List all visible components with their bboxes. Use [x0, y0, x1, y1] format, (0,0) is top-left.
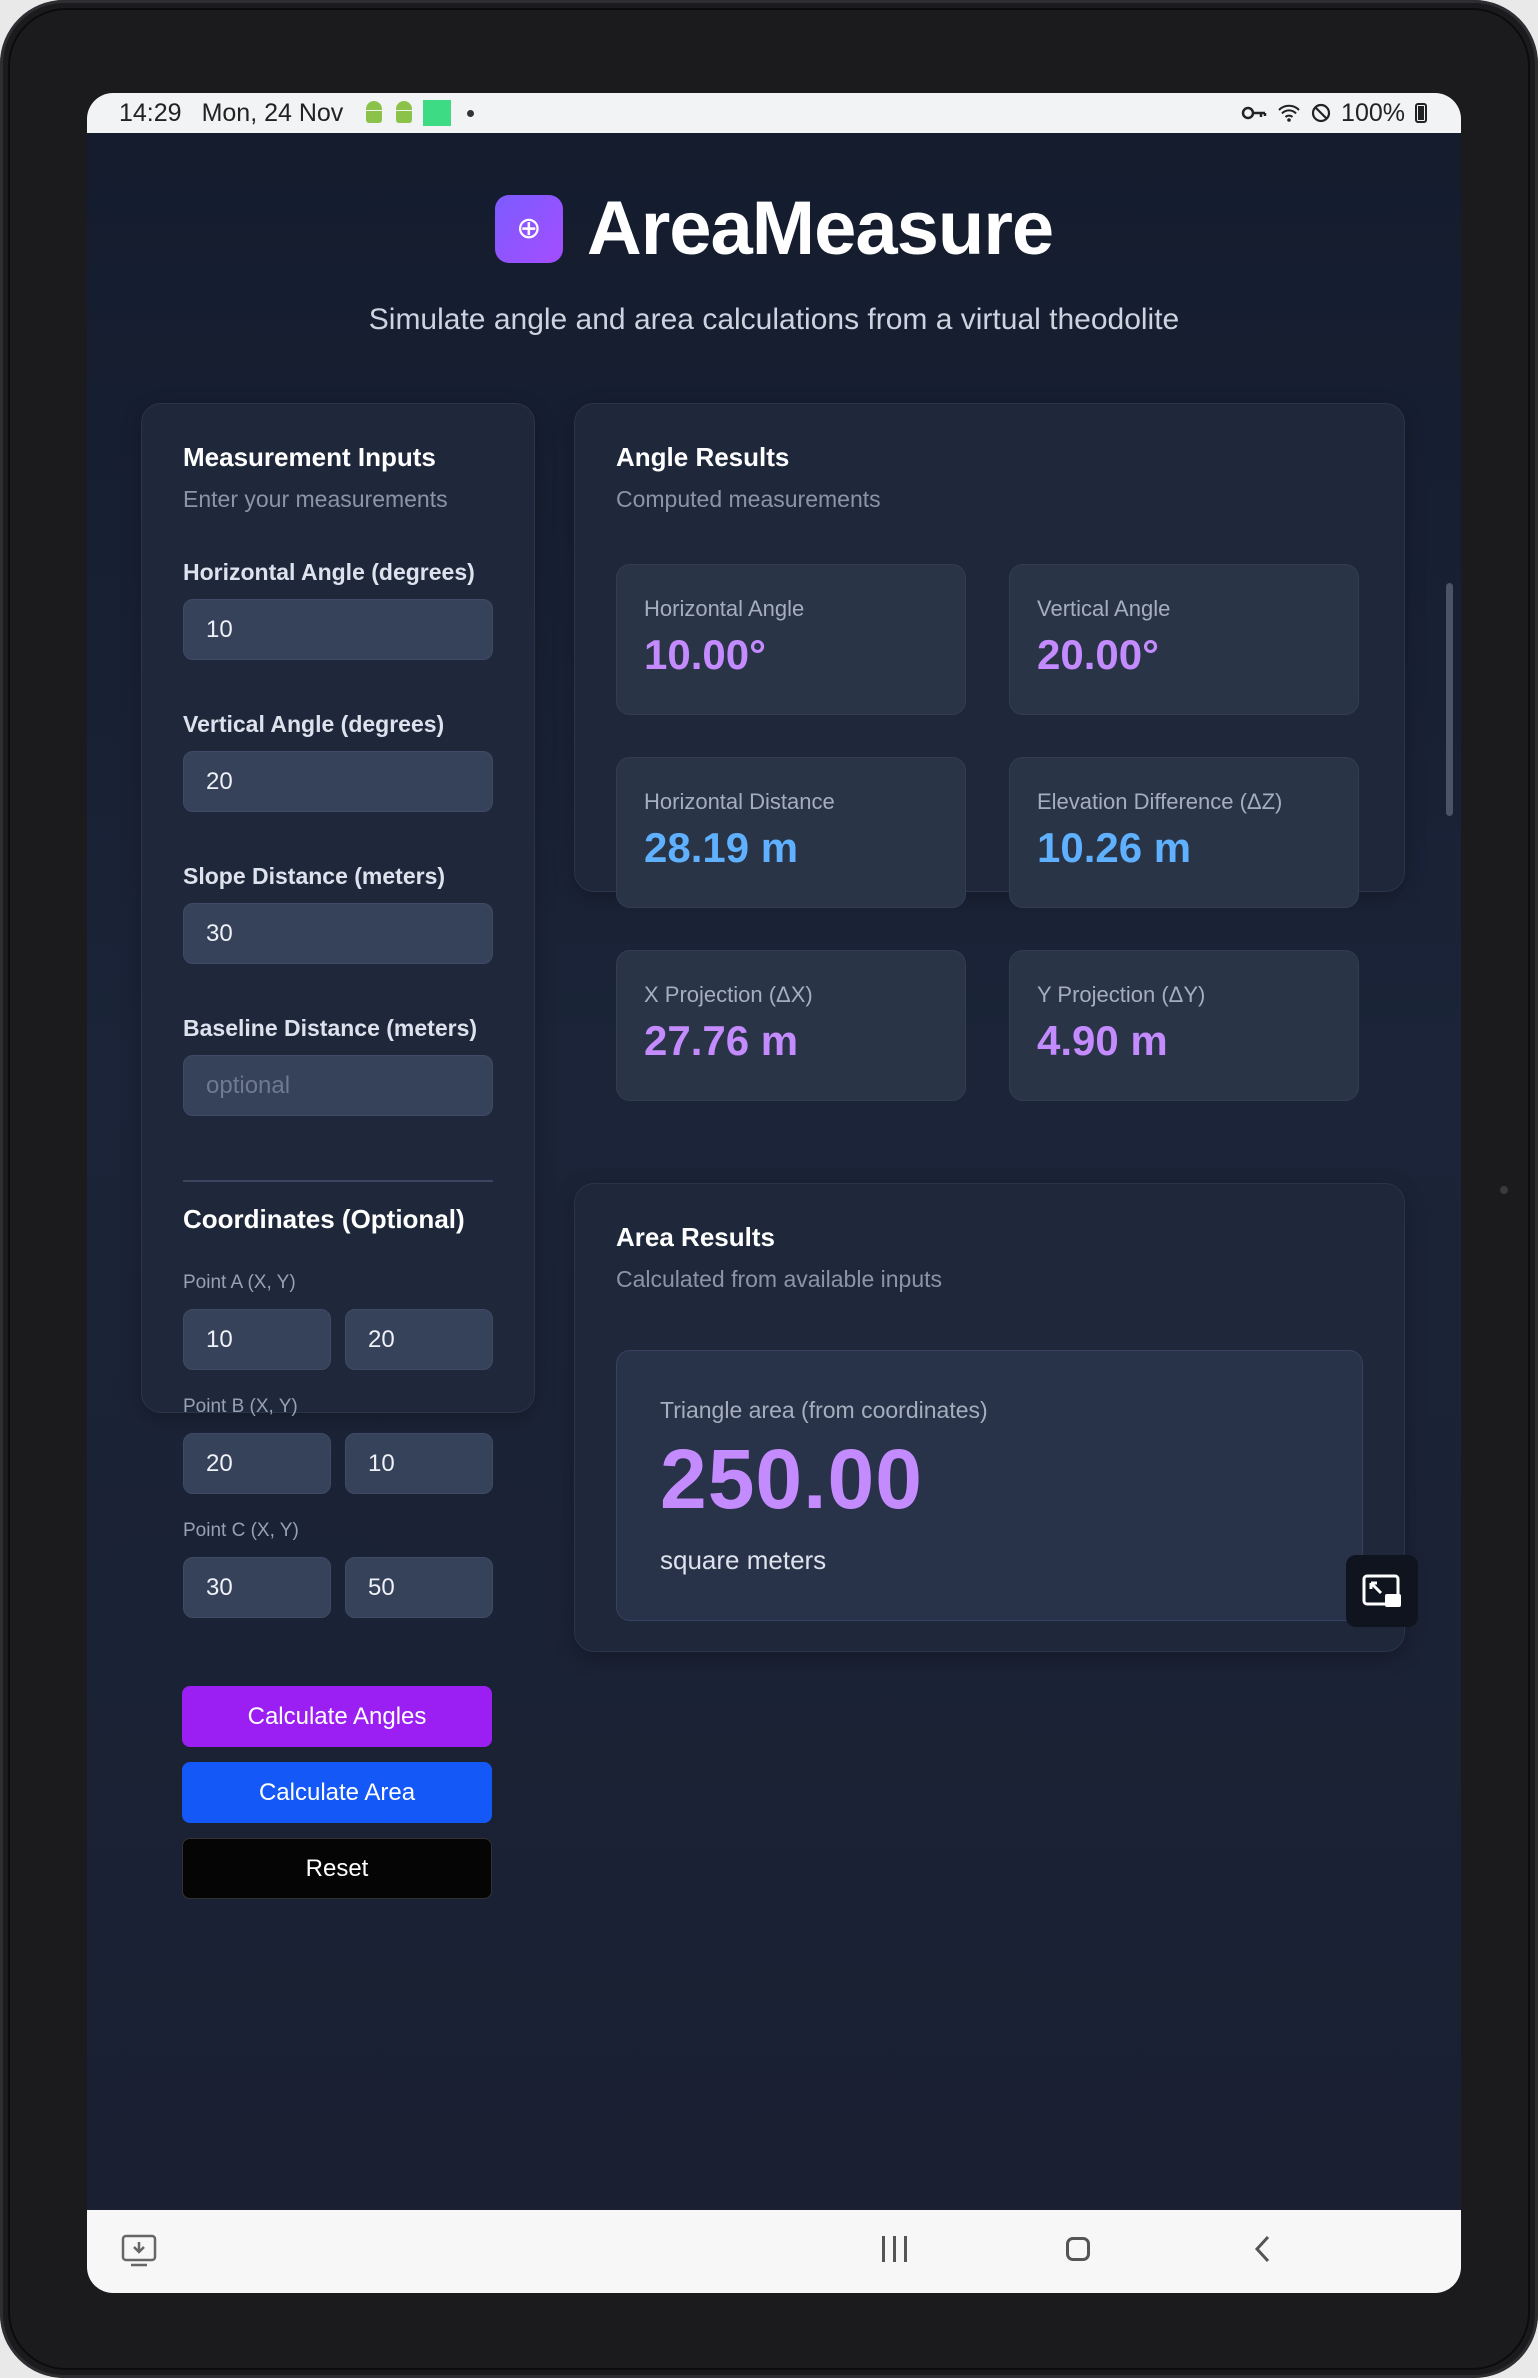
navigation-bar	[87, 2210, 1461, 2293]
card-subtitle: Computed measurements	[616, 486, 881, 512]
point-a-y-input[interactable]	[345, 1309, 493, 1370]
app-title: AreaMeasure	[586, 186, 1054, 271]
screen: 14:29 Mon, 24 Nov 100% ⊕ AreaMeasure Sim…	[87, 93, 1461, 2293]
card-subtitle: Calculated from available inputs	[616, 1266, 943, 1292]
tile-label: Horizontal Distance	[644, 789, 835, 814]
point-a-x-input[interactable]	[183, 1309, 331, 1370]
area-label: Triangle area (from coordinates)	[660, 1397, 988, 1423]
reset-button[interactable]: Reset	[182, 1838, 492, 1899]
angle-results-card: Angle Results Computed measurements Hori…	[574, 403, 1405, 1101]
calculate-area-button[interactable]: Calculate Area	[182, 1762, 492, 1823]
tile-label: Vertical Angle	[1037, 596, 1171, 621]
app-header: ⊕ AreaMeasure	[87, 185, 1461, 272]
result-tile-elevation-difference: Elevation Difference (ΔZ) 10.26 m	[1009, 757, 1359, 908]
battery-icon	[1415, 103, 1427, 123]
slope-distance-label: Slope Distance (meters)	[183, 863, 446, 889]
result-tile-horizontal-distance: Horizontal Distance 28.19 m	[616, 757, 966, 908]
picture-in-picture-button[interactable]	[1346, 1555, 1418, 1627]
vertical-angle-label: Vertical Angle (degrees)	[183, 711, 445, 737]
divider	[183, 1180, 493, 1182]
more-notifications-icon	[467, 109, 475, 117]
battery-percent: 100%	[1341, 98, 1405, 127]
app-notification-icon	[423, 100, 452, 126]
point-b-x-input[interactable]	[183, 1433, 331, 1494]
android-icon	[363, 101, 385, 125]
vpn-key-icon	[1241, 106, 1267, 120]
area-result-box: Triangle area (from coordinates) 250.00 …	[616, 1350, 1363, 1621]
horizontal-angle-label: Horizontal Angle (degrees)	[183, 559, 475, 585]
area-unit: square meters	[660, 1545, 827, 1575]
status-time: 14:29	[119, 98, 182, 127]
card-title: Measurement Inputs	[183, 442, 436, 472]
horizontal-angle-input[interactable]	[183, 599, 493, 660]
system-icons: 100%	[1241, 93, 1427, 133]
result-tile-y-projection: Y Projection (ΔY) 4.90 m	[1009, 950, 1359, 1101]
tile-label: Horizontal Angle	[644, 596, 805, 621]
baseline-distance-input[interactable]	[183, 1055, 493, 1116]
area-results-card: Area Results Calculated from available i…	[574, 1183, 1405, 1652]
tile-value: 20.00°	[1037, 631, 1159, 678]
baseline-distance-label: Baseline Distance (meters)	[183, 1015, 478, 1041]
crosshair-logo-icon: ⊕	[494, 194, 563, 263]
tile-value: 10.00°	[644, 631, 766, 678]
android-icon	[393, 101, 415, 125]
recents-button[interactable]	[882, 2236, 907, 2262]
camera-dot	[1500, 1186, 1508, 1194]
vertical-angle-input[interactable]	[183, 751, 493, 812]
point-a-label: Point A (X, Y)	[183, 1272, 296, 1293]
card-subtitle: Enter your measurements	[183, 486, 448, 512]
tile-value: 10.26 m	[1037, 824, 1192, 871]
tile-value: 28.19 m	[644, 824, 799, 871]
measurement-inputs-card: Measurement Inputs Enter your measuremen…	[141, 403, 535, 1618]
point-c-y-input[interactable]	[345, 1557, 493, 1618]
slope-distance-input[interactable]	[183, 903, 493, 964]
tile-label: Elevation Difference (ΔZ)	[1037, 789, 1283, 814]
tile-label: Y Projection (ΔY)	[1037, 982, 1206, 1007]
point-b-label: Point B (X, Y)	[183, 1396, 298, 1417]
result-tile-vertical-angle: Vertical Angle 20.00°	[1009, 564, 1359, 715]
result-tile-horizontal-angle: Horizontal Angle 10.00°	[616, 564, 966, 715]
status-date: Mon, 24 Nov	[201, 98, 344, 127]
wifi-icon	[1278, 104, 1300, 122]
status-bar: 14:29 Mon, 24 Nov 100%	[87, 93, 1461, 133]
scrollbar[interactable]	[1446, 583, 1453, 816]
card-title: Angle Results	[616, 442, 790, 472]
point-c-x-input[interactable]	[183, 1557, 331, 1618]
coordinates-title: Coordinates (Optional)	[183, 1204, 465, 1234]
card-title: Area Results	[616, 1222, 775, 1252]
tile-label: X Projection (ΔX)	[644, 982, 813, 1007]
pip-icon	[1362, 1574, 1401, 1607]
home-button[interactable]	[1066, 2237, 1090, 2261]
screen-share-icon[interactable]	[121, 2234, 157, 2268]
dnd-icon	[1311, 103, 1331, 123]
back-icon[interactable]	[1253, 2234, 1271, 2264]
tablet-frame: 14:29 Mon, 24 Nov 100% ⊕ AreaMeasure Sim…	[0, 0, 1538, 2378]
area-value: 250.00	[660, 1432, 923, 1526]
tagline: Simulate angle and area calculations fro…	[368, 303, 1180, 336]
result-tile-x-projection: X Projection (ΔX) 27.76 m	[616, 950, 966, 1101]
point-b-y-input[interactable]	[345, 1433, 493, 1494]
point-c-label: Point C (X, Y)	[183, 1520, 299, 1541]
tile-value: 4.90 m	[1037, 1017, 1168, 1064]
calculate-angles-button[interactable]: Calculate Angles	[182, 1686, 492, 1747]
notification-icons	[363, 100, 475, 126]
app-content: ⊕ AreaMeasure Simulate angle and area ca…	[87, 133, 1461, 2210]
tile-value: 27.76 m	[644, 1017, 799, 1064]
